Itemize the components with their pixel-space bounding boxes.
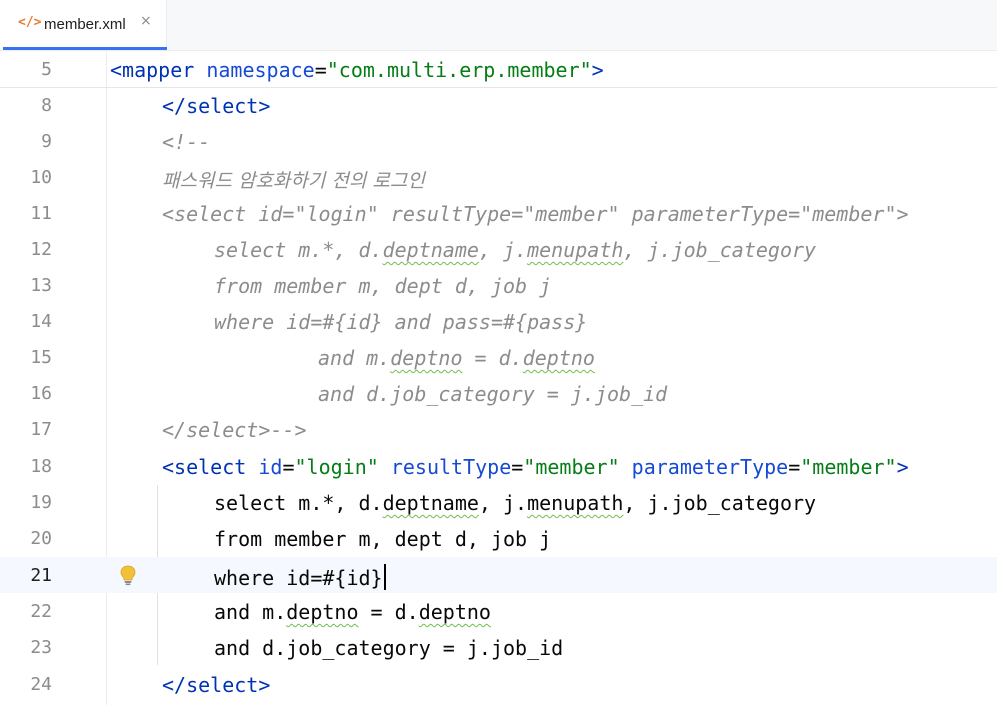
editor-tab-bar: </> member.xml ×	[0, 0, 997, 51]
text-caret	[383, 564, 386, 590]
code-editor[interactable]: 5 <mapper namespace="com.multi.erp.membe…	[0, 51, 997, 705]
code-text: <select id="login" resultType="member" p…	[162, 202, 909, 226]
code-line-21-current[interactable]: 21 where id=#{id}	[0, 557, 997, 593]
code-text: </select>	[162, 673, 271, 697]
line-number: 16	[30, 383, 52, 404]
code-line-22[interactable]: 22 and m.deptno = d.deptno	[0, 593, 997, 629]
line-number: 18	[30, 456, 52, 477]
code-text: <!--	[162, 130, 211, 154]
code-line-20[interactable]: 20 from member m, dept d, job j	[0, 520, 997, 556]
line-number: 11	[30, 203, 52, 224]
code-text: select m.*, d.deptname, j.menupath, j.jo…	[214, 491, 817, 515]
lightbulb-icon[interactable]	[119, 564, 137, 586]
line-number: 19	[30, 492, 52, 513]
code-line-12[interactable]: 12 select m.*, d.deptname, j.menupath, j…	[0, 231, 997, 267]
line-number: 13	[30, 275, 52, 296]
code-line-17[interactable]: 17 </select>-->	[0, 411, 997, 447]
code-line-14[interactable]: 14 where id=#{id} and pass=#{pass}	[0, 303, 997, 339]
code-line-11[interactable]: 11 <select id="login" resultType="member…	[0, 195, 997, 231]
line-number: 12	[30, 239, 52, 260]
code-text: and m.deptno = d.deptno	[214, 600, 491, 624]
line-number: 9	[41, 131, 52, 152]
line-number: 23	[30, 637, 52, 658]
line-number: 5	[41, 59, 52, 80]
code-text: select m.*, d.deptname, j.menupath, j.jo…	[214, 238, 817, 262]
code-line-13[interactable]: 13 from member m, dept d, job j	[0, 267, 997, 303]
code-text: </select>-->	[162, 418, 307, 442]
code-text: and d.job_category = j.job_id	[214, 636, 564, 660]
close-icon[interactable]: ×	[140, 13, 152, 29]
code-line-23[interactable]: 23 and d.job_category = j.job_id	[0, 629, 997, 665]
code-line-16[interactable]: 16 and d.job_category = j.job_id	[0, 375, 997, 411]
code-text: <select id="login" resultType="member" p…	[162, 455, 909, 479]
code-line-24[interactable]: 24 </select>	[0, 666, 997, 702]
code-text: where id=#{id} and pass=#{pass}	[214, 310, 588, 334]
code-line-9[interactable]: 9 <!--	[0, 123, 997, 159]
code-line-10[interactable]: 10 패스워드 암호화하기 전의 로그인	[0, 159, 997, 195]
line-number: 20	[30, 528, 52, 549]
active-tab-indicator	[3, 47, 167, 50]
line-number: 21	[30, 565, 52, 586]
code-text: where id=#{id}	[214, 564, 386, 590]
code-text: 패스워드 암호화하기 전의 로그인	[162, 170, 425, 192]
code-line-8[interactable]: 8 </select>	[0, 87, 997, 123]
line-number: 15	[30, 347, 52, 368]
line-number: 22	[30, 601, 52, 622]
code-line-15[interactable]: 15 and m.deptno = d.deptno	[0, 339, 997, 375]
code-line-18[interactable]: 18 <select id="login" resultType="member…	[0, 448, 997, 484]
line-number: 14	[30, 311, 52, 332]
xml-file-icon: </>	[18, 15, 42, 30]
code-line: <mapper namespace="com.multi.erp.member"…	[110, 58, 604, 82]
tab-title: member.xml	[44, 16, 126, 33]
line-number: 24	[30, 674, 52, 695]
line-number: 10	[30, 167, 52, 188]
sticky-header-line[interactable]: 5 <mapper namespace="com.multi.erp.membe…	[0, 51, 997, 88]
code-text: and d.job_category = j.job_id	[318, 382, 668, 406]
code-line-19[interactable]: 19 select m.*, d.deptname, j.menupath, j…	[0, 484, 997, 520]
code-text: </select>	[162, 94, 271, 118]
code-text: from member m, dept d, job j	[214, 274, 552, 298]
code-text: from member m, dept d, job j	[214, 527, 552, 551]
tab-member-xml[interactable]: </> member.xml ×	[0, 0, 167, 50]
line-number: 8	[41, 95, 52, 116]
line-number: 17	[30, 419, 52, 440]
code-text: and m.deptno = d.deptno	[318, 346, 595, 370]
